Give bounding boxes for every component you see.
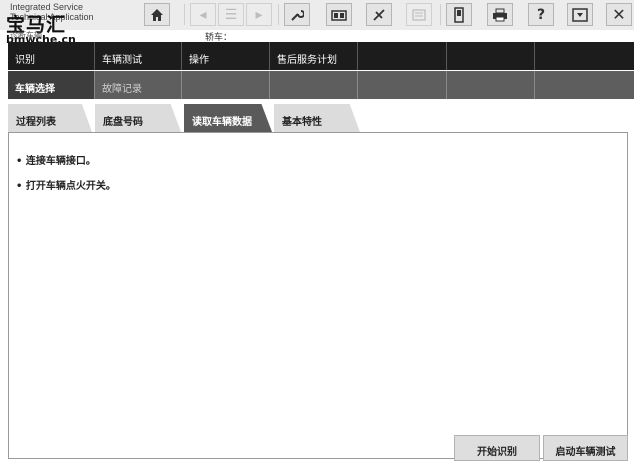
main-nav: 识别 车辆测试 操作 售后服务计划 <box>8 42 634 70</box>
nav-service-plan[interactable]: 售后服务计划 <box>270 42 358 70</box>
help-icon[interactable]: ? <box>528 3 554 26</box>
forward-icon[interactable]: ▸ <box>246 3 272 26</box>
back-icon[interactable]: ◂ <box>190 3 216 26</box>
subnav-vehicle-selection[interactable]: 车辆选择 <box>8 71 95 99</box>
tab-read-vehicle-data[interactable]: 读取车辆数据 <box>184 104 272 132</box>
nav-operation[interactable]: 操作 <box>182 42 270 70</box>
nav-vehicle-test[interactable]: 车辆测试 <box>95 42 182 70</box>
subnav-empty-5 <box>358 71 447 99</box>
nav-identification[interactable]: 识别 <box>8 42 95 70</box>
status-label: 诊断车辆 <box>10 31 42 40</box>
tab-process-list[interactable]: 过程列表 <box>8 104 92 132</box>
nav-empty-6 <box>447 42 535 70</box>
tab-chassis-number[interactable]: 底盘号码 <box>95 104 181 132</box>
home-icon[interactable] <box>144 3 170 26</box>
wrench-icon[interactable] <box>284 3 310 26</box>
start-identification-button[interactable]: 开始识别 <box>454 435 540 461</box>
document-icon[interactable] <box>406 3 432 26</box>
subnav-empty-3 <box>182 71 270 99</box>
subnav-fault-memory[interactable]: 故障记录 <box>95 71 182 99</box>
list-icon[interactable]: ☰ <box>218 3 244 26</box>
phone-icon[interactable] <box>446 3 472 26</box>
sub-nav: 车辆选择 故障记录 <box>8 71 634 99</box>
print-icon[interactable] <box>487 3 513 26</box>
nav-empty-5 <box>358 42 447 70</box>
display-icon[interactable] <box>567 3 593 26</box>
subnav-empty-6 <box>447 71 535 99</box>
close-icon[interactable]: ✕ <box>606 3 632 26</box>
subnav-empty-7 <box>535 71 634 99</box>
tab-basic-features[interactable]: 基本特性 <box>274 104 360 132</box>
instruction-ignition-on: • 打开车辆点火开关。 <box>16 181 116 192</box>
tools-icon[interactable] <box>366 3 392 26</box>
subnav-empty-4 <box>270 71 358 99</box>
nav-empty-7 <box>535 42 634 70</box>
start-vehicle-test-button[interactable]: 启动车辆测试 <box>543 435 628 461</box>
instruction-connect-interface: • 连接车辆接口。 <box>16 156 96 167</box>
battery-icon[interactable] <box>326 3 352 26</box>
